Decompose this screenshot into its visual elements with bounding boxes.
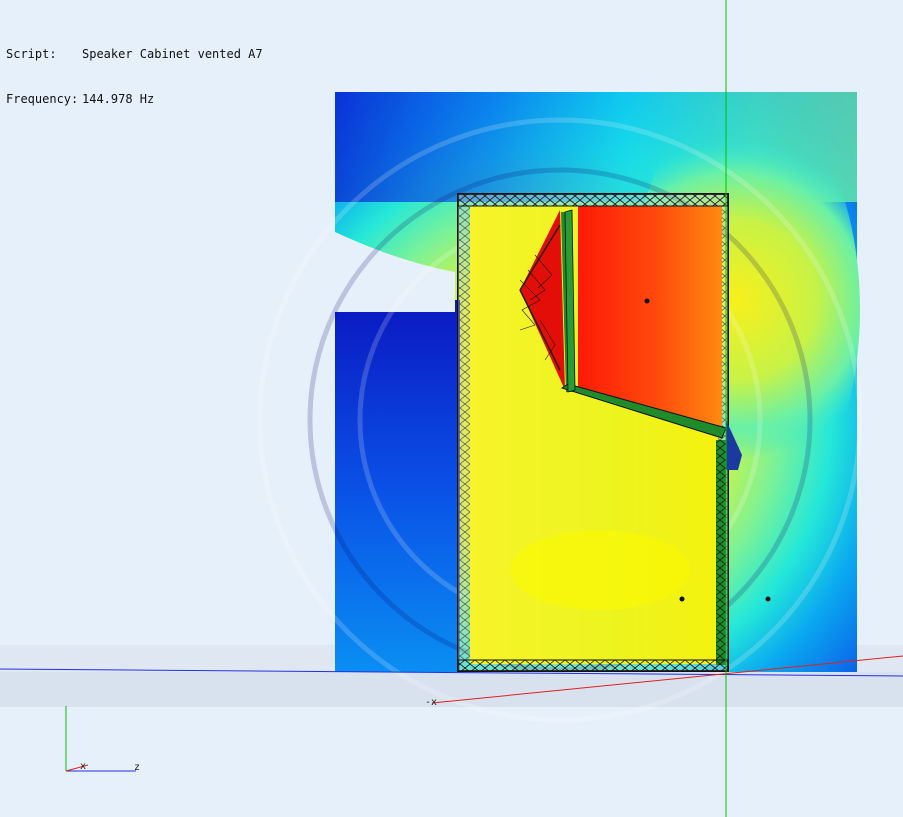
gizmo-z-label: z — [134, 762, 141, 773]
script-name: Speaker Cabinet vented A7 — [82, 47, 263, 61]
frequency-label: Frequency: — [6, 92, 79, 106]
gizmo-x-label: x — [80, 761, 87, 772]
neg-x-axis-label: -x — [425, 697, 438, 708]
frequency-row: Frequency: 144.978 Hz — [6, 92, 263, 107]
script-info-panel: Script: Speaker Cabinet vented A7 Frequen… — [6, 17, 263, 137]
orientation-gizmo — [65, 706, 136, 772]
frequency-value: 144.978 Hz — [82, 92, 155, 106]
script-row: Script: Speaker Cabinet vented A7 — [6, 47, 263, 62]
3d-viewport[interactable]: Script: Speaker Cabinet vented A7 Frequen… — [0, 0, 903, 817]
script-label: Script: — [6, 47, 57, 61]
